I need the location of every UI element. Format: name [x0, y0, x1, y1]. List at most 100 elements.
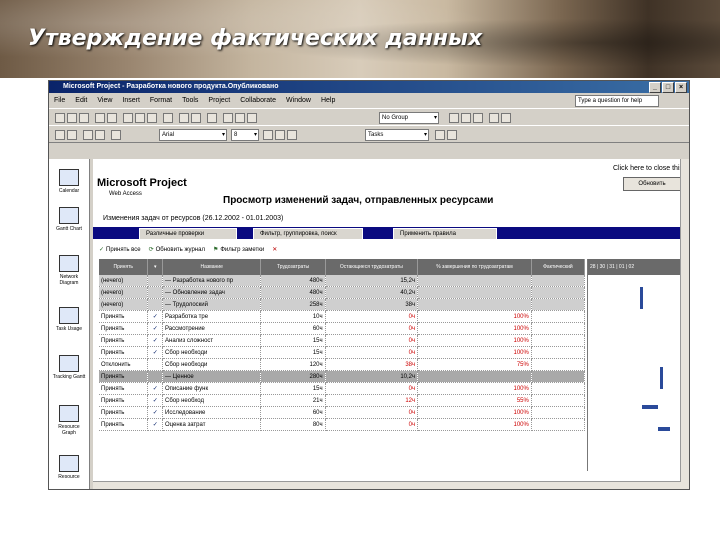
- close-button[interactable]: ×: [675, 82, 687, 93]
- menu-file[interactable]: File: [49, 97, 70, 104]
- notes-icon[interactable]: [235, 113, 245, 123]
- row-accept-cell[interactable]: (нечего): [99, 275, 149, 287]
- filter-icon[interactable]: [435, 130, 445, 140]
- cut-icon[interactable]: [123, 113, 133, 123]
- row-check-cell[interactable]: ✓: [147, 418, 163, 431]
- minimize-button[interactable]: _: [649, 82, 661, 93]
- view-resource-sheet[interactable]: Resource: [51, 455, 87, 480]
- view-calendar[interactable]: Calendar: [51, 169, 87, 194]
- font-size-combo[interactable]: 8: [231, 129, 259, 141]
- col-name[interactable]: Название: [162, 259, 262, 275]
- minus-icon[interactable]: [95, 130, 105, 140]
- show-icon[interactable]: [111, 130, 121, 140]
- view-gantt-chart[interactable]: Gantt Chart: [51, 207, 87, 232]
- arrow-left-icon[interactable]: [55, 130, 65, 140]
- menu-help[interactable]: Help: [316, 97, 340, 104]
- table-row[interactable]: Отклонить Сбор необходи 120ч 38ч 75%: [99, 358, 586, 371]
- accept-all-button[interactable]: ✓ Принять все: [99, 246, 141, 253]
- row-check-cell[interactable]: ✓: [147, 346, 163, 359]
- copy-picture-icon[interactable]: [489, 113, 499, 123]
- tab-filter[interactable]: Фильтр, группировка, поиск: [253, 228, 363, 240]
- maximize-button[interactable]: □: [662, 82, 674, 93]
- row-accept-cell[interactable]: (нечего): [99, 298, 149, 311]
- group-combo[interactable]: No Group: [379, 112, 439, 124]
- table-row[interactable]: Принять — Ценное 280ч 10,2ч: [99, 370, 586, 383]
- arrow-right-icon[interactable]: [67, 130, 77, 140]
- print-icon[interactable]: [95, 113, 105, 123]
- table-row[interactable]: (нечего) — Разработка нового пр 480ч 15,2ч: [99, 275, 586, 287]
- help-search-input[interactable]: Type a question for help: [575, 95, 659, 107]
- italic-icon[interactable]: [275, 130, 285, 140]
- task-info-icon[interactable]: [223, 113, 233, 123]
- table-row[interactable]: (нечего) — Обновление задач 480ч 40,2ч: [99, 286, 586, 299]
- row-check-cell[interactable]: [147, 370, 163, 383]
- bold-icon[interactable]: [263, 130, 273, 140]
- row-accept-cell[interactable]: Принять: [99, 370, 149, 383]
- row-accept-cell[interactable]: Принять: [99, 334, 149, 347]
- new-icon[interactable]: [55, 113, 65, 123]
- help-icon[interactable]: [501, 113, 511, 123]
- row-check-cell[interactable]: [147, 286, 163, 299]
- view-network-diagram[interactable]: Network Diagram: [51, 255, 87, 286]
- row-check-cell[interactable]: [147, 298, 163, 311]
- menu-format[interactable]: Format: [145, 97, 177, 104]
- x-icon[interactable]: ✕: [272, 246, 277, 253]
- table-row[interactable]: Принять ✓ Оценка затрат 80ч 0ч 100%: [99, 418, 586, 431]
- horizontal-scrollbar[interactable]: [93, 481, 681, 489]
- table-row[interactable]: Принять ✓ Сбор необходи 15ч 0ч 100%: [99, 346, 586, 359]
- row-check-cell[interactable]: ✓: [147, 406, 163, 419]
- view-task-usage[interactable]: Task Usage: [51, 307, 87, 332]
- copy-icon[interactable]: [135, 113, 145, 123]
- table-row[interactable]: Принять ✓ Анализ сложност 15ч 0ч 100%: [99, 334, 586, 347]
- tasks-combo[interactable]: Tasks: [365, 129, 429, 141]
- view-resource-graph[interactable]: Resource Graph: [51, 405, 87, 436]
- vertical-scrollbar[interactable]: [680, 159, 689, 489]
- col-actual[interactable]: Фактический: [531, 259, 586, 275]
- menu-edit[interactable]: Edit: [70, 97, 92, 104]
- row-accept-cell[interactable]: (нечего): [99, 286, 149, 299]
- row-check-cell[interactable]: ✓: [147, 382, 163, 395]
- row-accept-cell[interactable]: Принять: [99, 394, 149, 407]
- menu-window[interactable]: Window: [281, 97, 316, 104]
- row-accept-cell[interactable]: Принять: [99, 382, 149, 395]
- plus-icon[interactable]: [83, 130, 93, 140]
- goto-task-icon[interactable]: [473, 113, 483, 123]
- menu-insert[interactable]: Insert: [117, 97, 145, 104]
- tab-rules[interactable]: Применить правила: [393, 228, 497, 240]
- row-accept-cell[interactable]: Принять: [99, 322, 149, 335]
- table-row[interactable]: Принять ✓ Сбор необход 21ч 12ч 55%: [99, 394, 586, 407]
- table-row[interactable]: Принять ✓ Разработка тре 10ч 0ч 100%: [99, 310, 586, 323]
- menu-view[interactable]: View: [92, 97, 117, 104]
- unlink-icon[interactable]: [191, 113, 201, 123]
- save-icon[interactable]: [79, 113, 89, 123]
- col-work[interactable]: Трудозатраты: [260, 259, 326, 275]
- row-accept-cell[interactable]: Принять: [99, 418, 149, 431]
- col-remaining[interactable]: Остающиеся трудозатраты: [325, 259, 419, 275]
- refresh-log-button[interactable]: ⟳ Обновить журнал: [149, 246, 205, 253]
- close-hint-link[interactable]: Click here to close this: [613, 165, 683, 172]
- preview-icon[interactable]: [107, 113, 117, 123]
- row-accept-cell[interactable]: Принять: [99, 346, 149, 359]
- col-accept[interactable]: Принять: [99, 259, 149, 275]
- filter-notes-button[interactable]: ⚑ Фильтр заметки: [213, 246, 264, 253]
- row-check-cell[interactable]: ✓: [147, 394, 163, 407]
- zoom-out-icon[interactable]: [461, 113, 471, 123]
- row-check-cell[interactable]: ✓: [147, 322, 163, 335]
- menu-tools[interactable]: Tools: [177, 97, 203, 104]
- zoom-in-icon[interactable]: [449, 113, 459, 123]
- view-tracking-gantt[interactable]: Tracking Gantt: [51, 355, 87, 380]
- col-percent[interactable]: % завершения по трудозатратам: [417, 259, 532, 275]
- table-row[interactable]: Принять ✓ Описание функ 15ч 0ч 100%: [99, 382, 586, 395]
- split-icon[interactable]: [207, 113, 217, 123]
- menu-project[interactable]: Project: [203, 97, 235, 104]
- row-check-cell[interactable]: ✓: [147, 310, 163, 323]
- row-accept-cell[interactable]: Принять: [99, 406, 149, 419]
- menu-collaborate[interactable]: Collaborate: [235, 97, 281, 104]
- undo-icon[interactable]: [163, 113, 173, 123]
- row-accept-cell[interactable]: Принять: [99, 310, 149, 323]
- underline-icon[interactable]: [287, 130, 297, 140]
- row-accept-cell[interactable]: Отклонить: [99, 358, 149, 371]
- row-check-cell[interactable]: [147, 358, 163, 371]
- tab-checks[interactable]: Различные проверки: [139, 228, 237, 240]
- row-check-cell[interactable]: [147, 275, 163, 287]
